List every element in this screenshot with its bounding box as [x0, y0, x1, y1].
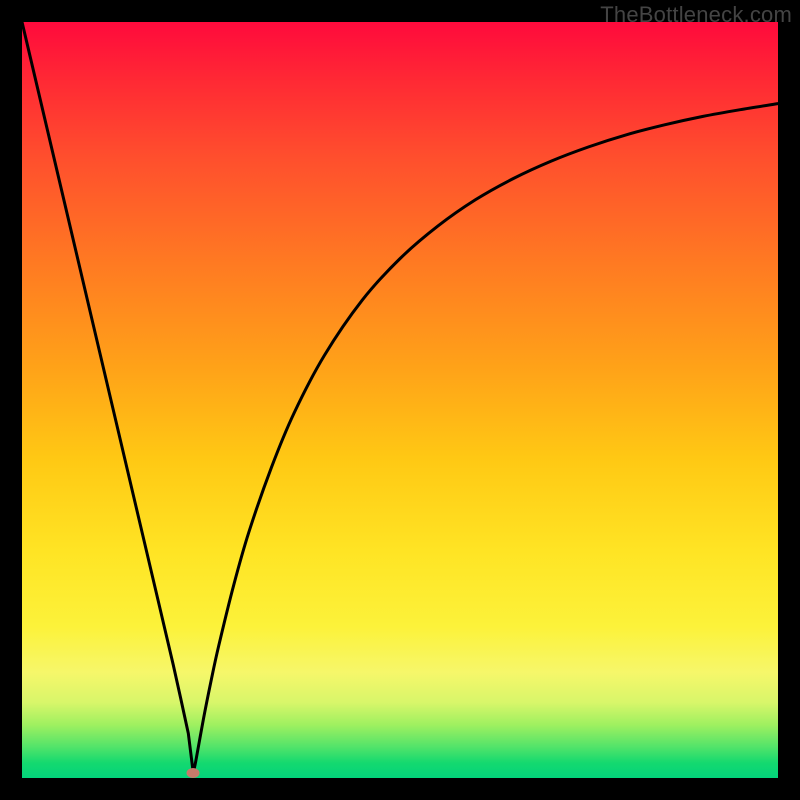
watermark-text: TheBottleneck.com: [600, 2, 792, 28]
minimum-marker: [187, 768, 200, 778]
chart-frame: TheBottleneck.com: [0, 0, 800, 800]
bottleneck-curve: [22, 22, 778, 778]
chart-plot-area: [22, 22, 778, 778]
curve-path: [22, 22, 778, 773]
